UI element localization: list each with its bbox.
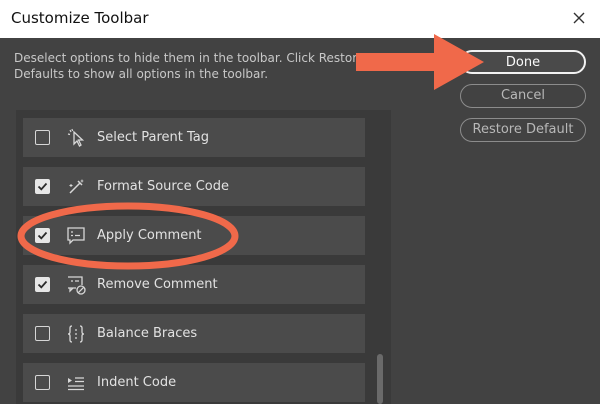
annotation-overlay (17, 34, 484, 270)
annotation-circle (17, 202, 239, 270)
annotation-arrow (356, 34, 484, 90)
